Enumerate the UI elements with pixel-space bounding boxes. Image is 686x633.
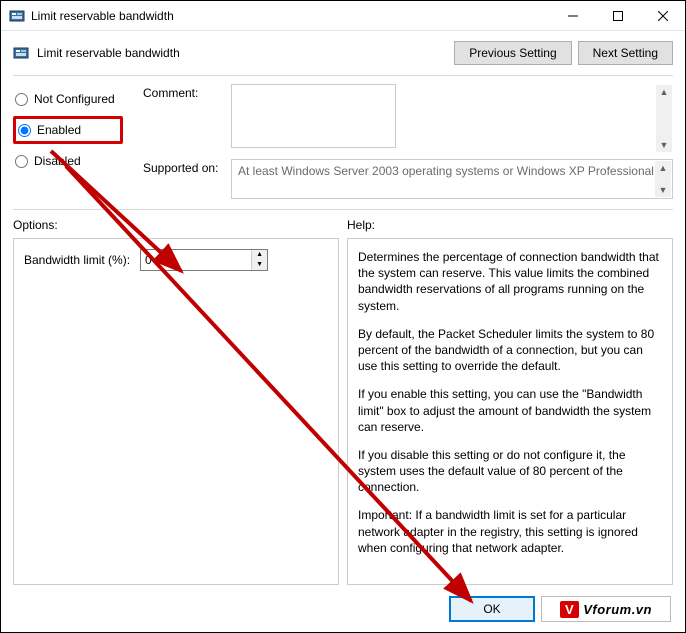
supported-on-value: At least Windows Server 2003 operating s… xyxy=(231,159,673,199)
radio-disabled[interactable]: Disabled xyxy=(13,150,123,172)
help-paragraph: By default, the Packet Scheduler limits … xyxy=(358,326,662,375)
watermark-text: Vforum.vn xyxy=(583,602,652,617)
title-bar: Limit reservable bandwidth xyxy=(1,1,685,31)
help-paragraph: Determines the percentage of connection … xyxy=(358,249,662,314)
watermark: V Vforum.vn xyxy=(541,596,671,622)
policy-title: Limit reservable bandwidth xyxy=(37,46,448,60)
previous-setting-button[interactable]: Previous Setting xyxy=(454,41,571,65)
radio-not-configured[interactable]: Not Configured xyxy=(13,88,123,110)
radio-disabled-label: Disabled xyxy=(34,154,81,168)
radio-disabled-input[interactable] xyxy=(15,155,28,168)
bandwidth-limit-input-wrap[interactable]: ▲▼ xyxy=(140,249,268,271)
comment-scrollbar[interactable]: ▲▼ xyxy=(656,85,672,152)
watermark-logo: V xyxy=(560,601,579,618)
radio-enabled-input[interactable] xyxy=(18,124,31,137)
options-label: Options: xyxy=(13,218,339,232)
spinner-down-icon[interactable]: ▼ xyxy=(252,260,267,270)
window-title: Limit reservable bandwidth xyxy=(31,9,550,23)
policy-icon xyxy=(13,45,29,61)
spinner-up-icon[interactable]: ▲ xyxy=(252,250,267,260)
ok-button[interactable]: OK xyxy=(449,596,535,622)
comment-label: Comment: xyxy=(143,84,231,153)
bandwidth-limit-input[interactable] xyxy=(141,250,251,270)
radio-enabled-label: Enabled xyxy=(37,123,81,137)
help-paragraph: Important: If a bandwidth limit is set f… xyxy=(358,507,662,556)
radio-not-configured-input[interactable] xyxy=(15,93,28,106)
bandwidth-spinner[interactable]: ▲▼ xyxy=(251,250,267,270)
help-frame: Determines the percentage of connection … xyxy=(347,238,673,585)
maximize-button[interactable] xyxy=(595,1,640,30)
bandwidth-limit-label: Bandwidth limit (%): xyxy=(24,253,130,267)
radio-not-configured-label: Not Configured xyxy=(34,92,115,106)
help-paragraph: If you enable this setting, you can use … xyxy=(358,386,662,435)
supported-scrollbar[interactable]: ▲▼ xyxy=(655,161,671,197)
comment-input[interactable] xyxy=(231,84,396,148)
help-label: Help: xyxy=(347,218,673,232)
header: Limit reservable bandwidth Previous Sett… xyxy=(1,31,685,75)
next-setting-button[interactable]: Next Setting xyxy=(578,41,673,65)
help-paragraph: If you disable this setting or do not co… xyxy=(358,447,662,496)
options-frame: Bandwidth limit (%): ▲▼ xyxy=(13,238,339,585)
minimize-button[interactable] xyxy=(550,1,595,30)
supported-label: Supported on: xyxy=(143,159,231,199)
close-button[interactable] xyxy=(640,1,685,30)
radio-enabled[interactable]: Enabled xyxy=(13,116,123,144)
app-icon xyxy=(9,8,25,24)
